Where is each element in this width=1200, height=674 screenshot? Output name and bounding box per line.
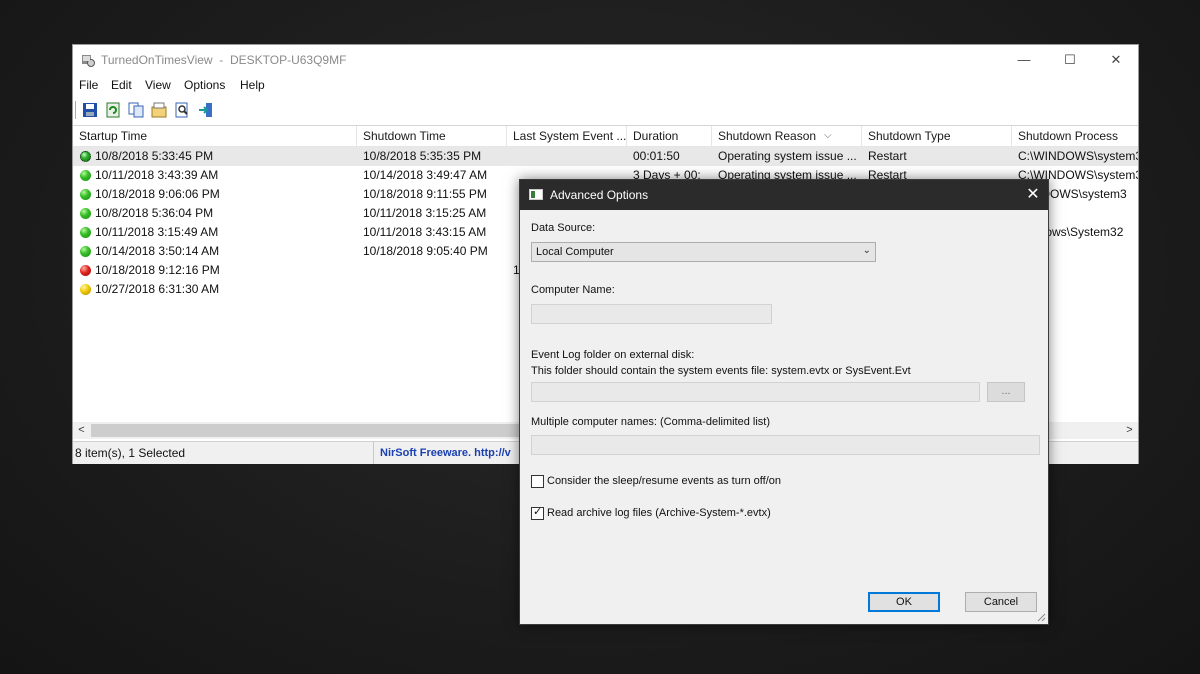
cell-startup: 10/18/2018 9:06:06 PM (95, 187, 220, 201)
dialog-title: Advanced Options (550, 188, 649, 202)
cell-startup: 10/11/2018 3:43:39 AM (95, 168, 219, 182)
find-icon[interactable] (173, 101, 191, 119)
scroll-right-icon[interactable]: > (1121, 422, 1138, 439)
maximize-button[interactable]: ☐ (1047, 45, 1093, 75)
column-shutdown-time[interactable]: Shutdown Time (357, 126, 507, 146)
table-row[interactable]: 10/8/2018 5:33:45 PM 10/8/2018 5:35:35 PM… (73, 147, 1138, 166)
resize-grip-icon[interactable] (1036, 612, 1046, 622)
cell-shutdown: 10/11/2018 3:15:25 AM (363, 206, 487, 220)
list-header: Startup Time Shutdown Time Last System E… (73, 126, 1138, 147)
title-bar[interactable]: TurnedOnTimesView - DESKTOP-U63Q9MF — ☐ … (73, 45, 1138, 75)
data-source-select[interactable]: Local Computer ⌄ (531, 242, 876, 262)
menu-bar: File Edit View Options Help (73, 75, 1138, 95)
cell-reason: Operating system issue ... (718, 149, 857, 163)
multiple-computers-field[interactable] (531, 435, 1040, 455)
cell-shutdown (357, 280, 507, 299)
sleep-resume-label[interactable]: Consider the sleep/resume events as turn… (547, 475, 781, 487)
sort-indicator-icon: ⌵ (824, 130, 832, 141)
cell-shutdown (357, 261, 507, 280)
cell-duration: 00:01:50 (633, 149, 680, 163)
column-last-system-event[interactable]: Last System Event ... (507, 126, 627, 146)
cell-shutdown: 10/11/2018 3:43:15 AM (363, 225, 487, 239)
title-separator: - (219, 53, 224, 67)
browse-button[interactable]: ... (987, 382, 1025, 402)
app-icon (82, 55, 95, 67)
data-source-value: Local Computer (536, 246, 614, 258)
column-duration[interactable]: Duration (627, 126, 712, 146)
ok-button[interactable]: OK (868, 592, 940, 612)
chevron-down-icon: ⌄ (862, 245, 871, 256)
column-shutdown-process[interactable]: Shutdown Process (1012, 126, 1140, 146)
window-title: TurnedOnTimesView - DESKTOP-U63Q9MF (101, 53, 346, 67)
app-name: TurnedOnTimesView (101, 53, 213, 67)
cell-startup: 10/8/2018 5:36:04 PM (95, 206, 214, 220)
refresh-icon[interactable] (104, 101, 122, 119)
cell-shutdown: 10/14/2018 3:49:47 AM (363, 168, 488, 182)
toolbar-separator (75, 101, 79, 119)
data-source-label: Data Source: (531, 222, 596, 234)
save-icon[interactable] (81, 101, 99, 119)
exit-icon[interactable] (197, 101, 215, 119)
cell-type: Restart (868, 149, 907, 163)
column-startup-time[interactable]: Startup Time (73, 126, 357, 146)
archive-log-checkbox[interactable] (531, 505, 544, 520)
event-log-folder-field[interactable] (531, 382, 980, 402)
vendor-link[interactable]: NirSoft Freeware. http://v (373, 442, 511, 464)
cell-shutdown: 10/18/2018 9:11:55 PM (363, 187, 487, 201)
computer-name: DESKTOP-U63Q9MF (229, 53, 347, 67)
toolbar (73, 95, 1138, 126)
menu-help[interactable]: Help (240, 78, 265, 92)
event-log-label: Event Log folder on external disk: (531, 349, 695, 361)
dialog-close-button[interactable]: ✕ (1018, 180, 1048, 210)
close-button[interactable]: ✕ (1093, 45, 1139, 75)
menu-view[interactable]: View (145, 78, 171, 92)
computer-name-field[interactable] (531, 304, 772, 324)
multiple-computers-label: Multiple computer names: (Comma-delimite… (531, 416, 771, 428)
copy-icon[interactable] (127, 101, 145, 119)
minimize-button[interactable]: — (1001, 45, 1047, 75)
cell-process: C:\WINDOWS\system3 (1018, 149, 1138, 163)
scroll-left-icon[interactable]: < (73, 422, 90, 439)
cell-startup: 10/11/2018 3:15:49 AM (95, 225, 219, 239)
menu-edit[interactable]: Edit (111, 78, 132, 92)
cell-startup: 10/27/2018 6:31:30 AM (95, 282, 220, 296)
cancel-button[interactable]: Cancel (965, 592, 1037, 612)
sleep-resume-checkbox[interactable] (531, 475, 544, 488)
dialog-title-bar[interactable]: Advanced Options ✕ (520, 180, 1048, 210)
event-log-hint: This folder should contain the system ev… (531, 365, 911, 377)
cell-startup: 10/14/2018 3:50:14 AM (95, 244, 220, 258)
scroll-thumb[interactable] (91, 424, 521, 437)
cell-shutdown: 10/18/2018 9:05:40 PM (363, 244, 488, 258)
column-shutdown-type[interactable]: Shutdown Type (862, 126, 1012, 146)
archive-log-label[interactable]: Read archive log files (Archive-System-*… (547, 507, 771, 519)
column-shutdown-reason[interactable]: Shutdown Reason ⌵ (712, 126, 862, 146)
cell-startup: 10/18/2018 9:12:16 PM (95, 263, 220, 277)
properties-icon[interactable] (150, 101, 168, 119)
advanced-options-dialog: Advanced Options ✕ Data Source: Local Co… (519, 179, 1049, 625)
menu-options[interactable]: Options (184, 78, 225, 92)
dialog-icon (529, 189, 543, 200)
cell-startup: 10/8/2018 5:33:45 PM (95, 149, 214, 163)
menu-file[interactable]: File (79, 78, 98, 92)
shutdown-reason-label: Shutdown Reason (718, 129, 817, 143)
item-count: 8 item(s), 1 Selected (75, 446, 186, 460)
computer-name-label: Computer Name: (531, 284, 615, 296)
cell-last-event (507, 147, 627, 166)
cell-shutdown: 10/8/2018 5:35:35 PM (363, 149, 482, 163)
